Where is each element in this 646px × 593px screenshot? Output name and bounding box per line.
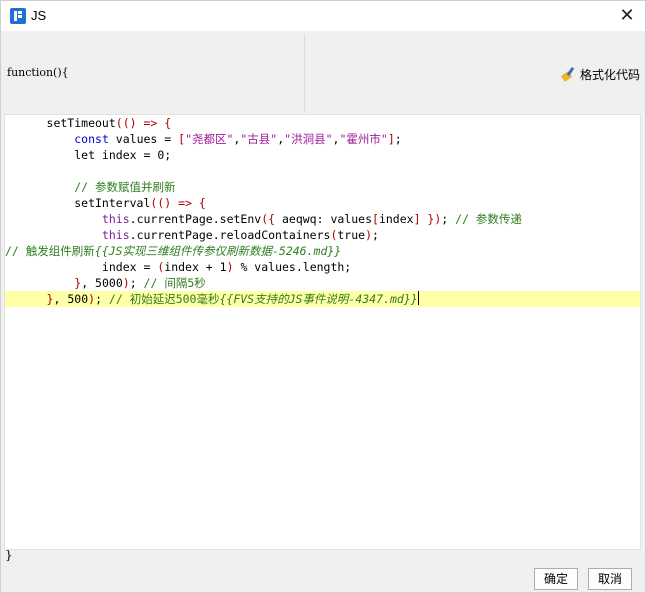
code-line[interactable]: setInterval(() => { xyxy=(5,195,640,211)
code-line[interactable]: index = (index + 1) % values.length; xyxy=(5,259,640,275)
code-line[interactable] xyxy=(5,163,640,179)
function-signature-panel: function(){ xyxy=(4,34,305,113)
code-editor[interactable]: setTimeout(() => { const values = ["尧都区"… xyxy=(4,114,641,550)
code-token: ; xyxy=(95,292,109,306)
function-signature: function(){ xyxy=(7,66,69,79)
code-token: [ xyxy=(372,212,379,226)
code-token: ({ xyxy=(261,212,276,226)
code-token: setInterval xyxy=(5,196,151,210)
code-token: ) xyxy=(365,228,373,242)
code-token: 1 xyxy=(219,260,227,274)
code-token: .currentPage.setEnv xyxy=(129,212,262,226)
code-token: ] xyxy=(413,212,421,226)
code-token: const xyxy=(74,132,109,146)
code-token: true xyxy=(337,228,366,242)
code-token: values = xyxy=(108,132,179,146)
code-token: this xyxy=(101,212,130,226)
code-token: "尧都区" xyxy=(185,132,234,146)
code-token: this xyxy=(101,228,130,242)
code-token: ) xyxy=(226,260,234,274)
title-bar[interactable]: JS ✕ xyxy=(1,1,645,31)
code-token: , xyxy=(81,276,96,290)
ok-button[interactable]: 确定 xyxy=(534,568,578,590)
code-token: "洪洞县" xyxy=(284,132,333,146)
code-token: // 参数传递 xyxy=(455,212,522,226)
window-title: JS xyxy=(31,8,47,23)
code-token: (() => { xyxy=(115,116,172,130)
text-cursor xyxy=(417,291,419,305)
code-token: % values.length; xyxy=(233,260,352,274)
code-token: ; xyxy=(129,276,144,290)
code-line[interactable]: setTimeout(() => { xyxy=(5,115,640,131)
code-token: , xyxy=(53,292,68,306)
code-token: {{FVS支持的JS事件说明-4347.md}} xyxy=(219,292,418,306)
code-line[interactable]: this.currentPage.reloadContainers(true); xyxy=(5,227,640,243)
code-token: index = xyxy=(5,260,158,274)
broom-icon xyxy=(560,66,576,82)
code-token: // 初始延迟500毫秒 xyxy=(108,292,220,306)
code-token: let index = xyxy=(5,148,158,162)
code-token: // 触发组件刷新 xyxy=(5,244,95,258)
code-token: }) xyxy=(420,212,442,226)
code-token: "古县" xyxy=(240,132,278,146)
code-token: (() => { xyxy=(150,196,206,210)
format-code-button[interactable]: 格式化代码 xyxy=(560,64,640,84)
js-editor-dialog: JS ✕ function(){ 格式化代码 setTimeout(() => … xyxy=(0,0,646,593)
code-token: ; xyxy=(164,148,172,162)
code-token: ; xyxy=(372,228,379,242)
code-token: {{JS实现三维组件传参仅刷新数据-5246.md}} xyxy=(94,244,342,258)
code-line[interactable]: const values = ["尧都区","古县","洪洞县","霍州市"]; xyxy=(5,131,640,147)
code-line[interactable]: this.currentPage.setEnv({ aeqwq: values[… xyxy=(5,211,640,227)
cancel-button[interactable]: 取消 xyxy=(588,568,632,590)
code-line[interactable]: let index = 0; xyxy=(5,147,640,163)
code-token: setTimeout xyxy=(5,116,116,130)
code-token: aeqwq: values xyxy=(275,212,372,226)
code-token: ) xyxy=(122,276,130,290)
code-line[interactable]: }, 5000); // 间隔5秒 xyxy=(5,275,640,291)
close-button[interactable]: ✕ xyxy=(617,6,637,26)
code-token: // 间隔5秒 xyxy=(143,276,206,290)
code-token: index + xyxy=(164,260,220,274)
code-token: 500 xyxy=(67,292,89,306)
format-code-label: 格式化代码 xyxy=(579,67,640,82)
code-token: ; xyxy=(441,212,456,226)
code-token: .currentPage.reloadContainers xyxy=(129,228,331,242)
code-token: "霍州市" xyxy=(339,132,388,146)
code-token: index xyxy=(378,212,414,226)
app-logo-icon xyxy=(10,8,26,24)
code-line[interactable]: // 参数赋值并刷新 xyxy=(5,179,640,195)
code-token: 5000 xyxy=(95,276,123,290)
code-line[interactable]: }, 500); // 初始延迟500毫秒{{FVS支持的JS事件说明-4347… xyxy=(5,291,640,307)
code-token: ] xyxy=(387,132,395,146)
code-token: ; xyxy=(394,132,402,146)
code-line[interactable]: // 触发组件刷新{{JS实现三维组件传参仅刷新数据-5246.md}} xyxy=(5,243,640,259)
code-token: // 参数赋值并刷新 xyxy=(74,180,176,194)
function-closing-brace: } xyxy=(5,548,13,562)
